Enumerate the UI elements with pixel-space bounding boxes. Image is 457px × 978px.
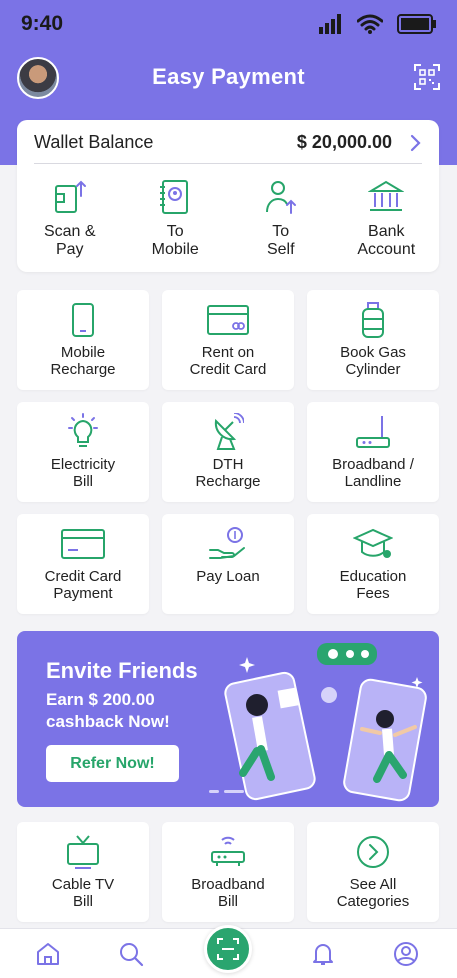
refer-banner: Envite Friends Earn $ 200.00 cashback No… [17, 631, 439, 807]
quick-action-to-self[interactable]: To Self [228, 178, 334, 264]
loan-hand-icon [209, 527, 245, 559]
service-credit-card-payment[interactable]: Credit Card Payment [17, 514, 149, 614]
service-label: Credit Card Payment [44, 568, 122, 602]
quick-action-label: Scan & Pay [43, 223, 96, 258]
credit-card-icon [61, 529, 105, 559]
quick-action-label: To Mobile [151, 223, 199, 258]
service-label: Book Gas Cylinder [340, 344, 406, 378]
router-icon [356, 416, 390, 448]
quick-action-to-mobile[interactable]: To Mobile [123, 178, 229, 264]
wifi-icon [357, 14, 383, 34]
home-icon[interactable] [35, 941, 61, 967]
bank-icon [368, 180, 405, 211]
profile-icon[interactable] [393, 941, 419, 967]
service-dth-recharge[interactable]: DTH Recharge [162, 402, 294, 502]
mobile-icon [72, 303, 94, 337]
contact-book-icon [160, 180, 189, 214]
service-broadband-bill[interactable]: Broadband Bill [162, 822, 294, 922]
quick-action-scan-pay[interactable]: Scan & Pay [17, 178, 123, 264]
wallet-amount: $ 20,000.00 [296, 132, 392, 152]
quick-action-label: To Self [266, 223, 295, 258]
service-education-fees[interactable]: Education Fees [307, 514, 439, 614]
graduation-cap-icon [353, 528, 393, 558]
service-electricity-bill[interactable]: Electricity Bill [17, 402, 149, 502]
wallet-card: Wallet Balance $ 20,000.00 Scan & Pay To… [17, 120, 439, 272]
search-icon[interactable] [118, 941, 144, 967]
service-rent-credit-card[interactable]: Rent on Credit Card [162, 290, 294, 390]
service-label: Pay Loan [196, 568, 260, 585]
satellite-dish-icon [214, 413, 244, 450]
gas-cylinder-icon [362, 302, 384, 338]
banner-subtitle: Earn $ 200.00 cashback Now! [46, 690, 170, 731]
scan-icon [217, 938, 239, 960]
service-label: See All Categories [336, 876, 410, 910]
user-transfer-icon [265, 181, 296, 214]
quick-action-bank-account[interactable]: Bank Account [334, 178, 440, 264]
app-bar: Easy Payment [0, 52, 457, 104]
service-label: Electricity Bill [50, 456, 116, 490]
friends-illustration [224, 643, 427, 802]
signal-icon [319, 14, 341, 34]
banner-title: Envite Friends [46, 658, 198, 683]
service-label: Mobile Recharge [50, 344, 116, 378]
chevron-circle-icon [357, 836, 389, 868]
service-mobile-recharge[interactable]: Mobile Recharge [17, 290, 149, 390]
battery-icon [397, 14, 436, 34]
service-label: Education Fees [339, 568, 407, 602]
service-label: Broadband Bill [191, 876, 265, 910]
service-broadband-landline[interactable]: Broadband / Landline [307, 402, 439, 502]
service-cable-tv[interactable]: Cable TV Bill [17, 822, 149, 922]
app-title: Easy Payment [152, 64, 305, 89]
credit-card-icon [207, 305, 249, 335]
wallet-label: Wallet Balance [34, 132, 154, 152]
chevron-right-icon[interactable] [410, 134, 422, 152]
qr-scan-icon[interactable] [414, 64, 440, 90]
service-pay-loan[interactable]: Pay Loan [162, 514, 294, 614]
service-label: Rent on Credit Card [189, 344, 267, 378]
service-label: DTH Recharge [195, 456, 261, 490]
tv-icon [67, 835, 99, 869]
scan-pay-icon [54, 180, 86, 213]
status-time: 9:40 [21, 12, 64, 35]
router-icon [211, 836, 245, 866]
status-bar: 9:40 [0, 0, 457, 48]
service-book-gas[interactable]: Book Gas Cylinder [307, 290, 439, 390]
bulb-icon [68, 413, 98, 447]
wallet-balance-row[interactable]: Wallet Balance $ 20,000.00 [34, 130, 422, 164]
refer-now-button[interactable]: Refer Now! [46, 745, 179, 782]
service-label: Broadband / Landline [332, 456, 414, 490]
quick-actions: Scan & Pay To Mobile To Self Bank Accoun… [17, 178, 439, 264]
see-all-categories[interactable]: See All Categories [307, 822, 439, 922]
bell-icon[interactable] [310, 941, 336, 967]
service-label: Cable TV Bill [51, 876, 115, 910]
quick-action-label: Bank Account [357, 223, 416, 258]
scan-button[interactable] [204, 925, 252, 973]
status-icons [319, 14, 437, 34]
